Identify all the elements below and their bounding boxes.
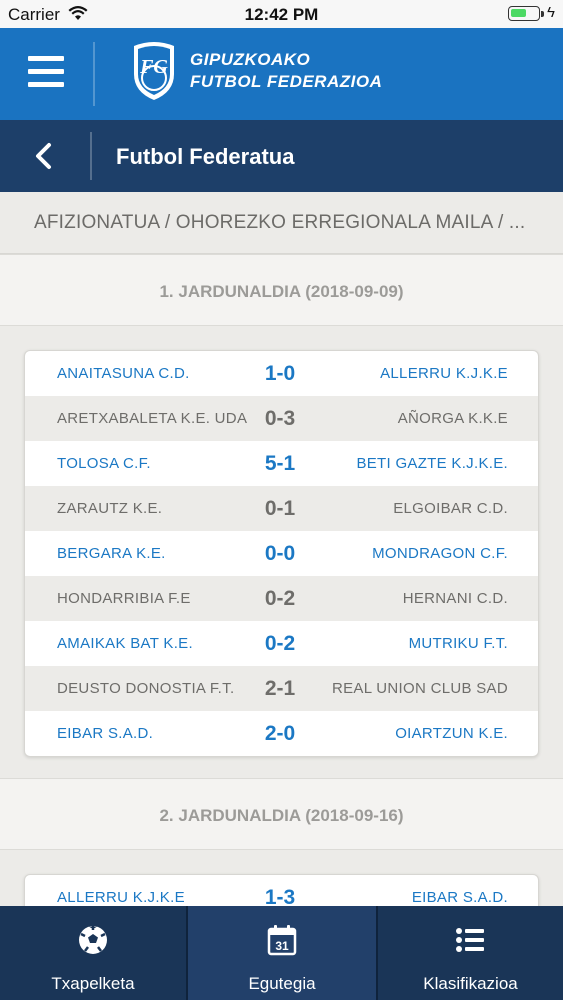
away-team: BETI GAZTE K.J.K.E. — [356, 455, 508, 472]
status-bar: Carrier 12:42 PM ϟ — [0, 0, 563, 28]
battery-icon — [508, 6, 540, 21]
away-team: ALLERRU K.J.K.E — [380, 365, 508, 382]
tab-label: Egutegia — [248, 974, 316, 993]
home-team: DEUSTO DONOSTIA F.T. — [57, 680, 235, 697]
away-team: AÑORGA K.K.E — [397, 410, 508, 427]
match-score: 2-0 — [264, 722, 296, 745]
home-team: HONDARRIBIA F.E — [57, 590, 191, 607]
section-header-divider — [90, 132, 92, 180]
round-label: 1. JARDUNALDIA (2018-09-09) — [159, 282, 404, 301]
away-team: MONDRAGON C.F. — [372, 545, 508, 562]
tab-txapelketa[interactable]: Txapelketa — [0, 906, 186, 1000]
tab-label: Txapelketa — [51, 974, 135, 993]
match-row[interactable]: ANAITASUNA C.D. 1-0 ALLERRU K.J.K.E — [25, 351, 538, 396]
home-team: ALLERRU K.J.K.E — [57, 889, 185, 906]
list-icon — [456, 928, 484, 952]
soccer-ball-icon — [79, 926, 107, 954]
match-score: 2-1 — [264, 677, 296, 700]
back-chevron-icon[interactable] — [30, 140, 60, 172]
page-title: Futbol Federatua — [116, 144, 295, 169]
menu-button[interactable] — [28, 56, 64, 88]
home-team: ZARAUTZ K.E. — [57, 500, 163, 517]
match-list: ANAITASUNA C.D. 1-0 ALLERRU K.J.K.E ARET… — [24, 350, 539, 757]
match-row[interactable]: DEUSTO DONOSTIA F.T. 2-1 REAL UNION CLUB… — [25, 666, 538, 711]
tab-label: Klasifikazioa — [423, 974, 518, 993]
calendar-icon: 31 — [267, 925, 297, 956]
away-team: REAL UNION CLUB SAD — [331, 680, 508, 697]
home-team: AMAIKAK BAT K.E. — [57, 635, 193, 652]
federation-logo-icon: FG — [134, 42, 174, 100]
away-team: HERNANI C.D. — [402, 590, 508, 607]
menu-icon-bar — [28, 69, 64, 74]
charging-icon: ϟ — [547, 4, 555, 21]
round-header: 2. JARDUNALDIA (2018-09-16) — [0, 778, 563, 850]
home-team: TOLOSA C.F. — [57, 455, 151, 472]
battery-tip — [541, 11, 544, 17]
home-team: BERGARA K.E. — [57, 545, 166, 562]
home-team: EIBAR S.A.D. — [57, 725, 154, 742]
header-divider — [93, 42, 95, 106]
match-row[interactable]: AMAIKAK BAT K.E. 0-2 MUTRIKU F.T. — [25, 621, 538, 666]
match-row[interactable]: HONDARRIBIA F.E 0-2 HERNANI C.D. — [25, 576, 538, 621]
calendar-day: 31 — [275, 939, 289, 953]
match-score: 0-0 — [264, 542, 296, 565]
tab-bar: Txapelketa 31 Egutegia Klasifikazioa — [0, 906, 563, 1000]
match-score: 0-2 — [264, 587, 296, 610]
match-score: 1-0 — [264, 362, 296, 385]
match-score: 0-1 — [264, 497, 296, 520]
menu-icon-bar — [28, 82, 64, 87]
match-row[interactable]: ARETXABALETA K.E. UDA 0-3 AÑORGA K.K.E — [25, 396, 538, 441]
away-team: OIARTZUN K.E. — [395, 725, 508, 742]
tab-egutegia[interactable]: 31 Egutegia — [188, 906, 376, 1000]
logo-text-line1: GIPUZKOAKO — [190, 50, 311, 69]
breadcrumb-text: AFIZIONATUA / OHOREZKO ERREGIONALA MAILA… — [34, 212, 526, 233]
status-time: 12:42 PM — [244, 5, 319, 24]
match-row[interactable]: TOLOSA C.F. 5-1 BETI GAZTE K.J.K.E. — [25, 441, 538, 486]
logo-text-line2: FUTBOL FEDERAZIOA — [190, 72, 383, 91]
home-team: ANAITASUNA C.D. — [57, 365, 190, 382]
round-label: 2. JARDUNALDIA (2018-09-16) — [159, 806, 404, 825]
match-score: 5-1 — [264, 452, 296, 475]
match-row[interactable]: BERGARA K.E. 0-0 MONDRAGON C.F. — [25, 531, 538, 576]
away-team: ELGOIBAR C.D. — [393, 500, 508, 517]
round-header: 1. JARDUNALDIA (2018-09-09) — [0, 254, 563, 326]
match-row[interactable]: EIBAR S.A.D. 2-0 OIARTZUN K.E. — [25, 711, 538, 756]
section-header: Futbol Federatua — [0, 120, 563, 192]
match-score: 0-2 — [264, 632, 296, 655]
breadcrumb[interactable]: AFIZIONATUA / OHOREZKO ERREGIONALA MAILA… — [0, 192, 563, 254]
tab-klasifikazioa[interactable]: Klasifikazioa — [378, 906, 563, 1000]
home-team: ARETXABALETA K.E. UDA — [57, 410, 248, 427]
match-score: 0-3 — [264, 407, 296, 430]
app-header: FG GIPUZKOAKO FUTBOL FEDERAZIOA — [0, 28, 563, 120]
away-team: EIBAR S.A.D. — [411, 889, 508, 906]
menu-icon-bar — [28, 56, 64, 61]
away-team: MUTRIKU F.T. — [408, 635, 508, 652]
match-row[interactable]: ZARAUTZ K.E. 0-1 ELGOIBAR C.D. — [25, 486, 538, 531]
